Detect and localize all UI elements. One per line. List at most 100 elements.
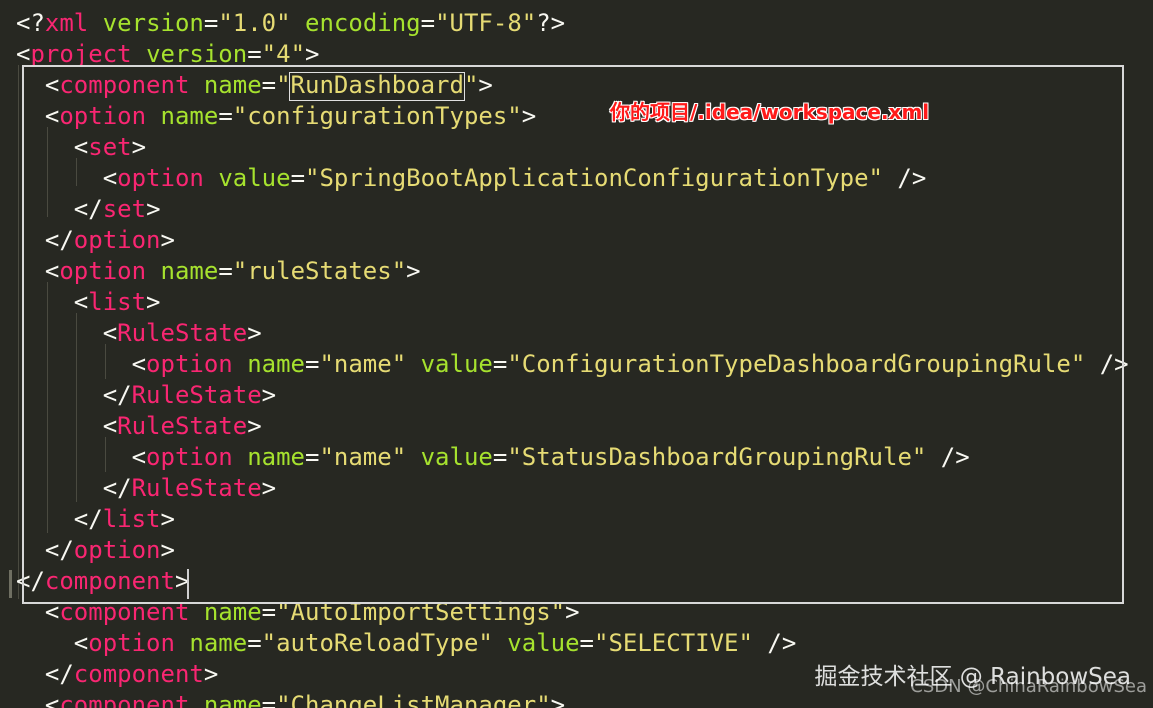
code-token-str: "AutoImportSettings" <box>276 598 566 626</box>
code-token-punct: = <box>261 691 277 708</box>
code-token-punct <box>88 9 102 37</box>
code-line[interactable]: <option name="ruleStates"> <box>16 256 421 287</box>
code-token-punct: < <box>16 102 60 130</box>
code-token-punct: > <box>160 505 175 533</box>
code-line[interactable]: <option name="name" value="StatusDashboa… <box>16 442 970 473</box>
code-line[interactable]: </option> <box>16 225 175 256</box>
code-token-punct: /> <box>752 629 797 657</box>
code-token-attr: name <box>203 598 262 626</box>
code-token-punct: > <box>203 660 219 688</box>
code-token-punct: </ <box>16 195 103 223</box>
code-token-tag: RuleState <box>117 319 248 347</box>
code-token-punct: </ <box>16 381 132 409</box>
code-token-str: "1.0" <box>218 9 291 37</box>
code-line[interactable]: <RuleState> <box>16 411 262 442</box>
code-token-punct: /> <box>1085 350 1129 378</box>
code-token-punct: = <box>218 102 233 130</box>
code-line[interactable]: </list> <box>16 504 175 535</box>
code-token-punct: < <box>16 288 89 316</box>
code-token-punct: > <box>160 536 175 564</box>
code-token-punct: </ <box>16 567 45 595</box>
code-token-tag: option <box>146 350 233 378</box>
code-token-punct: = <box>247 629 262 657</box>
code-token-punct: /> <box>882 164 927 192</box>
code-token-punct: /> <box>926 443 970 471</box>
code-token-punct: > <box>521 102 537 130</box>
code-token-tag: option <box>59 102 147 130</box>
code-token-punct: > <box>478 71 493 99</box>
code-token-attr: value <box>218 164 291 192</box>
code-token-str: "StatusDashboardGroupingRule" <box>507 443 927 471</box>
watermark-sub: CSDN @ChinaRainbowSea <box>910 676 1147 697</box>
code-token-punct <box>175 629 189 657</box>
code-token-punct: = <box>420 9 436 37</box>
code-token-tag: list <box>88 288 147 316</box>
code-token-tag: list <box>102 505 161 533</box>
code-token-punct <box>233 443 247 471</box>
code-line[interactable]: <RuleState> <box>16 318 262 349</box>
code-line[interactable]: </component> <box>16 566 189 597</box>
code-token-str: "UTF-8" <box>435 9 537 37</box>
code-token-punct: = <box>203 9 219 37</box>
code-token-punct <box>189 71 203 99</box>
code-token-tag: component <box>44 567 175 595</box>
gutter-marker <box>9 570 12 598</box>
code-line[interactable]: </RuleState> <box>16 473 276 504</box>
code-token-punct: = <box>305 350 320 378</box>
code-token-tag: option <box>146 443 233 471</box>
code-token-punct: ?> <box>536 9 566 37</box>
code-token-punct: </ <box>16 660 74 688</box>
code-editor[interactable]: <?xml version="1.0" encoding="UTF-8"?> <p… <box>0 0 1153 708</box>
code-token-tag: RuleState <box>117 412 248 440</box>
code-token-tag: xml <box>44 9 89 37</box>
code-token-str: "name" <box>319 443 407 471</box>
code-line[interactable]: <component name="AutoImportSettings"> <box>16 597 580 628</box>
code-token-punct: = <box>247 40 262 68</box>
code-token-attr: name <box>247 350 305 378</box>
code-token-punct: = <box>261 598 277 626</box>
code-token-str: "autoReloadType" <box>261 629 493 657</box>
code-token-punct <box>204 164 218 192</box>
code-token-tag: option <box>59 257 147 285</box>
annotation-label: 你的项目/.idea/workspace.xml <box>610 100 930 124</box>
code-token-punct: > <box>146 195 161 223</box>
code-line[interactable]: <component name="ChangeListManager"> <box>16 690 565 708</box>
code-token-attr: value <box>420 443 493 471</box>
code-token-punct: > <box>261 474 277 502</box>
code-token-punct: > <box>146 288 161 316</box>
code-line[interactable]: <option name="autoReloadType" value="SEL… <box>16 628 797 659</box>
code-token-punct: = <box>218 257 233 285</box>
code-token-punct: < <box>16 412 118 440</box>
code-line[interactable]: </option> <box>16 535 175 566</box>
code-token-tag: option <box>73 536 161 564</box>
code-token-attr: value <box>507 629 580 657</box>
code-token-attr: version <box>102 9 204 37</box>
code-token-str: "SpringBootApplicationConfigurationType" <box>305 164 883 192</box>
code-line[interactable]: <project version="4"> <box>16 39 319 70</box>
code-line[interactable]: <?xml version="1.0" encoding="UTF-8"?> <box>16 8 565 39</box>
code-line[interactable]: <component name="RunDashboard"> <box>16 70 493 101</box>
code-token-punct <box>132 40 146 68</box>
code-token-str: "configurationTypes" <box>232 102 522 130</box>
code-token-attr: name <box>203 71 262 99</box>
code-line[interactable]: </set> <box>16 194 161 225</box>
code-token-punct: </ <box>16 536 74 564</box>
code-token-punct <box>291 9 305 37</box>
code-token-punct: > <box>131 133 147 161</box>
code-line[interactable]: </component> <box>16 659 218 690</box>
code-line[interactable]: <option name="configurationTypes"> <box>16 101 536 132</box>
code-token-punct <box>233 350 247 378</box>
code-token-punct <box>406 443 420 471</box>
code-token-punct: < <box>16 319 118 347</box>
code-token-attr: value <box>420 350 493 378</box>
code-token-tag: set <box>88 133 132 161</box>
code-line[interactable]: <list> <box>16 287 161 318</box>
code-line[interactable]: <option name="name" value="Configuration… <box>16 349 1129 380</box>
code-token-tag: option <box>117 164 204 192</box>
code-line[interactable]: </RuleState> <box>16 380 276 411</box>
code-line[interactable]: <set> <box>16 132 146 163</box>
code-token-str: "SELECTIVE" <box>594 629 753 657</box>
code-line[interactable]: <option value="SpringBootApplicationConf… <box>16 163 927 194</box>
code-token-punct: <? <box>16 9 45 37</box>
code-token-punct: = <box>579 629 594 657</box>
